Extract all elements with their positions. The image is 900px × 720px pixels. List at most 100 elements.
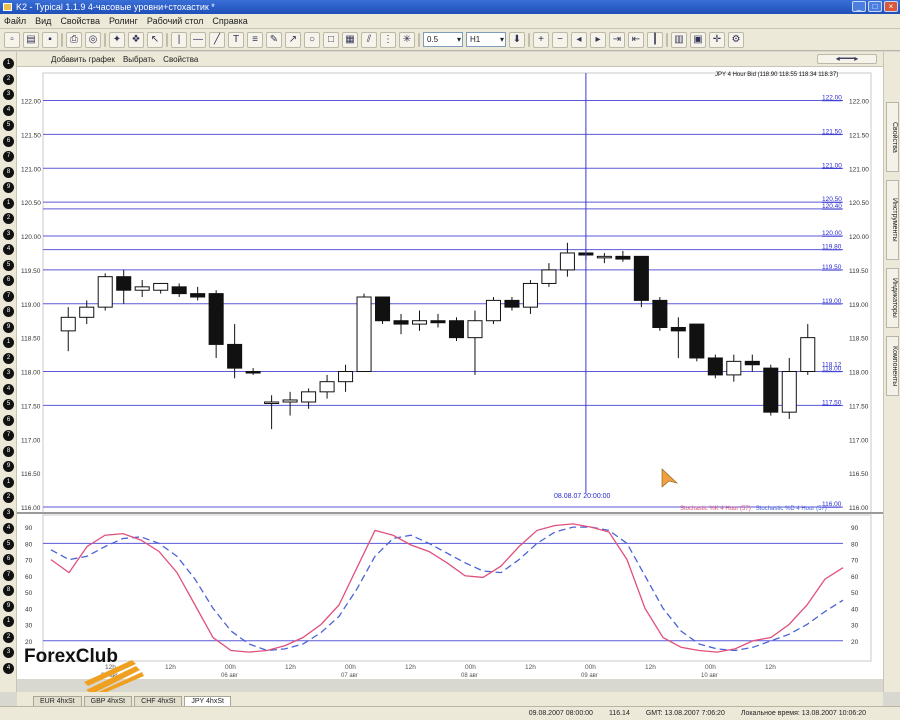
object-number-icon[interactable]: 1 <box>3 476 14 488</box>
timeframe-select[interactable]: H1 <box>466 32 506 47</box>
object-number-icon[interactable]: 9 <box>3 600 14 612</box>
menu-properties[interactable]: Свойства <box>60 16 100 26</box>
object-number-icon[interactable]: 8 <box>3 166 14 178</box>
channel-icon[interactable]: ⫽ <box>361 31 377 48</box>
candle-body <box>670 326 686 332</box>
tab-eur-4h[interactable]: EUR 4hxSt <box>33 696 82 706</box>
tab-properties[interactable]: Свойства <box>886 102 899 172</box>
object-number-icon[interactable]: 7 <box>3 430 14 441</box>
object-number-icon[interactable]: 3 <box>3 89 14 100</box>
tab-gbp-4h[interactable]: GBP 4hxSt <box>83 696 133 706</box>
shift-icon[interactable]: ⇤ <box>628 31 644 48</box>
down-arrow-icon[interactable]: ⬇ <box>509 31 525 48</box>
object-number-icon[interactable]: 1 <box>3 337 14 348</box>
trend-line-icon[interactable]: ╱ <box>209 31 225 48</box>
scroll-right-icon[interactable]: ▸ <box>590 31 606 48</box>
zoom-out-icon[interactable]: − <box>552 31 568 48</box>
menu-help[interactable]: Справка <box>212 16 247 26</box>
object-number-icon[interactable]: 7 <box>3 151 14 162</box>
candles-icon[interactable]: ┃ <box>647 31 663 48</box>
object-number-icon[interactable]: 4 <box>3 383 14 395</box>
object-number-icon[interactable]: 5 <box>3 538 14 550</box>
template-icon[interactable]: ❖ <box>128 31 144 48</box>
select-button[interactable]: Выбрать <box>123 55 155 64</box>
cycles-icon[interactable]: ⋮ <box>380 31 396 48</box>
tab-chf-4h[interactable]: CHF 4hxSt <box>134 696 183 706</box>
object-number-icon[interactable]: 3 <box>3 507 14 519</box>
object-number-icon[interactable]: 4 <box>3 523 14 534</box>
close-icon[interactable]: × <box>884 1 898 12</box>
object-number-icon[interactable]: 4 <box>3 662 14 674</box>
object-number-icon[interactable]: 5 <box>3 259 14 271</box>
menu-desktop[interactable]: Рабочий стол <box>147 16 204 26</box>
print-icon[interactable]: ⎙ <box>66 31 82 48</box>
zoom-in-icon[interactable]: + <box>533 31 549 48</box>
layout-icon[interactable]: ▥ <box>671 31 687 48</box>
tools-icon[interactable]: ⚙ <box>728 31 744 48</box>
object-number-icon[interactable]: 7 <box>3 569 14 581</box>
object-number-icon[interactable]: 4 <box>3 104 14 116</box>
object-number-icon[interactable]: 3 <box>3 228 14 240</box>
tab-indicators[interactable]: Индикаторы <box>886 268 899 328</box>
object-number-icon[interactable]: 1 <box>3 58 14 69</box>
object-number-icon[interactable]: 4 <box>3 244 14 255</box>
text-icon[interactable]: T <box>228 31 244 48</box>
object-number-icon[interactable]: 6 <box>3 554 14 565</box>
gann-icon[interactable]: ✳ <box>399 31 415 48</box>
menu-view[interactable]: Вид <box>35 16 51 26</box>
tab-components[interactable]: Компоненты <box>886 336 899 396</box>
object-number-icon[interactable]: 6 <box>3 135 14 147</box>
horizontal-line-icon[interactable]: — <box>190 31 206 48</box>
grid-icon[interactable]: ▦ <box>342 31 358 48</box>
add-chart-button[interactable]: Добавить графек <box>51 55 115 64</box>
globe-icon[interactable]: ◎ <box>85 31 101 48</box>
open-folder-icon[interactable]: ▤ <box>23 31 39 48</box>
candlestick <box>116 269 132 304</box>
crosshair-icon[interactable]: ✛ <box>709 31 725 48</box>
object-number-icon[interactable]: 8 <box>3 445 14 457</box>
ellipse-icon[interactable]: ○ <box>304 31 320 48</box>
object-number-icon[interactable]: 5 <box>3 399 14 410</box>
cursor-icon[interactable]: ↖ <box>147 31 163 48</box>
object-number-icon[interactable]: 9 <box>3 182 14 193</box>
price-chart-svg[interactable]: 122.00 122.00 121.50 121.50 121.00 121.00 120.… <box>17 67 883 679</box>
object-number-icon[interactable]: 2 <box>3 213 14 224</box>
object-number-icon[interactable]: 9 <box>3 321 14 333</box>
object-number-icon[interactable]: 8 <box>3 585 14 596</box>
arrow-icon[interactable]: ↗ <box>285 31 301 48</box>
interval-select[interactable]: 0.5 <box>423 32 463 47</box>
chart-panel[interactable]: 122.00 122.00 121.50 121.50 121.00 121.00 120.… <box>17 67 883 679</box>
object-number-icon[interactable]: 2 <box>3 73 14 85</box>
zoom-slider[interactable]: ◂━━━▸ <box>817 54 877 64</box>
new-icon[interactable]: ▫ <box>4 31 20 48</box>
object-number-icon[interactable]: 9 <box>3 461 14 472</box>
menu-file[interactable]: Файл <box>4 16 26 26</box>
vertical-line-icon[interactable]: | <box>171 31 187 48</box>
object-number-icon[interactable]: 6 <box>3 275 14 286</box>
rectangle-icon[interactable]: □ <box>323 31 339 48</box>
tab-instruments[interactable]: Инструменты <box>886 180 899 260</box>
object-number-icon[interactable]: 3 <box>3 368 14 379</box>
properties-button[interactable]: Свойства <box>163 55 198 64</box>
object-number-icon[interactable]: 8 <box>3 306 14 317</box>
object-number-icon[interactable]: 2 <box>3 631 14 643</box>
window-icon[interactable]: ▣ <box>690 31 706 48</box>
object-number-icon[interactable]: 2 <box>3 352 14 364</box>
object-number-icon[interactable]: 2 <box>3 492 14 503</box>
maximize-icon[interactable]: □ <box>868 1 882 12</box>
pencil-icon[interactable]: ✎ <box>266 31 282 48</box>
object-number-icon[interactable]: 1 <box>3 616 14 627</box>
minimize-icon[interactable]: _ <box>852 1 866 12</box>
menu-rolling[interactable]: Ролинг <box>109 16 138 26</box>
object-number-icon[interactable]: 1 <box>3 197 14 209</box>
object-number-icon[interactable]: 5 <box>3 120 14 131</box>
scroll-left-icon[interactable]: ◂ <box>571 31 587 48</box>
tab-jpy-4h[interactable]: JPY 4hxSt <box>184 696 231 706</box>
save-icon[interactable]: ▪ <box>42 31 58 48</box>
chart-settings-icon[interactable]: ✦ <box>109 31 125 48</box>
object-number-icon[interactable]: 6 <box>3 414 14 426</box>
autoscroll-icon[interactable]: ⇥ <box>609 31 625 48</box>
object-number-icon[interactable]: 3 <box>3 647 14 658</box>
fibonacci-icon[interactable]: ≡ <box>247 31 263 48</box>
object-number-icon[interactable]: 7 <box>3 290 14 302</box>
